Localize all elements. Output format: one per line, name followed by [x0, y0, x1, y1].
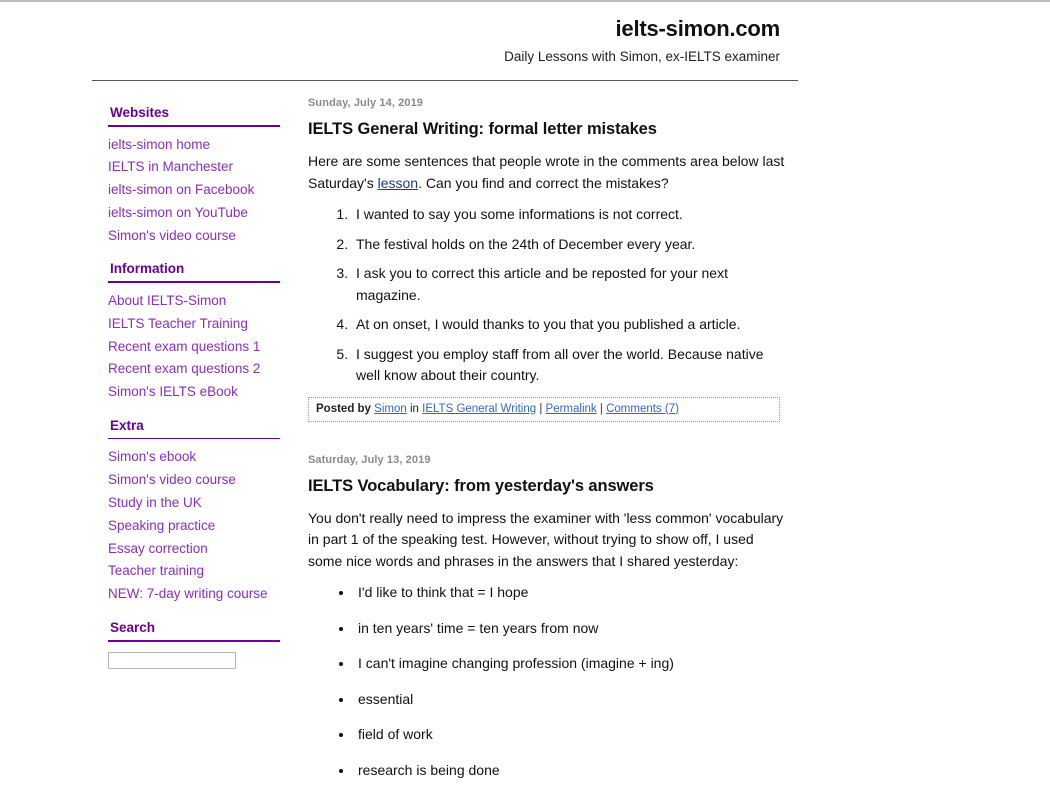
comments-link[interactable]: Comments (7) [606, 403, 679, 415]
posted-by-label: Posted by [316, 402, 371, 415]
sidebar-section-search: Search [108, 620, 288, 669]
sidebar-link-recent-exam-questions-1[interactable]: Recent exam questions 1 [108, 336, 288, 359]
sidebar-link-ielts-simon-home[interactable]: ielts-simon home [108, 134, 288, 157]
list-item: in ten years' time = ten years from now [354, 618, 786, 640]
sidebar-link-simons-ielts-ebook[interactable]: Simon's IELTS eBook [108, 381, 288, 404]
sidebar-heading-websites: Websites [110, 105, 170, 120]
post-category-link[interactable]: IELTS General Writing [422, 403, 536, 415]
list-item: essential [354, 689, 786, 711]
sidebar-heading-rule [108, 281, 280, 283]
post-title: IELTS General Writing: formal letter mis… [308, 120, 657, 138]
sidebar-link-simons-ebook[interactable]: Simon's ebook [108, 446, 288, 469]
main-content: Sunday, July 14, 2019 IELTS General Writ… [308, 95, 786, 795]
sidebar-heading-rule [108, 125, 280, 127]
sidebar-link-ielts-simon-on-youtube[interactable]: ielts-simon on YouTube [108, 202, 288, 225]
post-unordered-list: I'd like to think that = I hope in ten y… [308, 582, 786, 781]
page-root: ielts-simon.com Daily Lessons with Simon… [0, 2, 1050, 778]
sidebar-link-simons-video-course-extra[interactable]: Simon's video course [108, 469, 288, 492]
permalink-link[interactable]: Permalink [546, 403, 597, 415]
post-ordered-list: I wanted to say you some informations is… [308, 204, 786, 387]
sidebar-heading-rule [108, 640, 280, 642]
sidebar-section-information: Information About IELTS-Simon IELTS Teac… [108, 261, 288, 403]
post-meta-footer: Posted by Simon in IELTS General Writing… [308, 396, 780, 422]
header-divider [92, 80, 798, 81]
sidebar-heading-rule [108, 437, 280, 440]
sidebar-link-about-ielts-simon[interactable]: About IELTS-Simon [108, 290, 288, 313]
sidebar: Websites ielts-simon home IELTS in Manch… [108, 105, 288, 683]
list-item: I wanted to say you some informations is… [352, 204, 786, 226]
sidebar-link-ielts-teacher-training[interactable]: IELTS Teacher Training [108, 313, 288, 336]
sidebar-link-simons-video-course[interactable]: Simon's video course [108, 225, 288, 248]
in-label: in [409, 402, 419, 415]
list-item: I suggest you employ staff from all over… [352, 344, 786, 387]
sidebar-heading-information: Information [110, 261, 185, 277]
sidebar-link-new-7-day-writing-course[interactable]: NEW: 7-day writing course [108, 583, 288, 606]
site-header: ielts-simon.com Daily Lessons with Simon… [92, 2, 798, 66]
meta-separator: | [599, 402, 603, 415]
site-title: ielts-simon.com [615, 16, 781, 41]
list-item: I ask you to correct this article and be… [352, 263, 786, 306]
sidebar-link-study-in-the-uk[interactable]: Study in the UK [108, 492, 288, 515]
blog-post: Sunday, July 14, 2019 IELTS General Writ… [308, 95, 786, 422]
post-date: Sunday, July 14, 2019 [308, 97, 424, 109]
list-item: I'd like to think that = I hope [354, 582, 786, 604]
list-item: I can't imagine changing profession (ima… [354, 653, 786, 675]
sidebar-link-teacher-training[interactable]: Teacher training [108, 560, 288, 583]
blog-post: Saturday, July 13, 2019 IELTS Vocabulary… [308, 452, 786, 782]
list-item: field of work [354, 724, 786, 746]
list-item: The festival holds on the 24th of Decemb… [352, 234, 786, 256]
meta-separator: | [539, 402, 543, 415]
list-item: research is being done [354, 760, 786, 782]
search-input[interactable] [108, 651, 236, 669]
sidebar-heading-extra: Extra [110, 417, 144, 433]
sidebar-link-ielts-simon-on-facebook[interactable]: ielts-simon on Facebook [108, 179, 288, 202]
post-title: IELTS Vocabulary: from yesterday's answe… [308, 476, 654, 495]
sidebar-link-essay-correction[interactable]: Essay correction [108, 538, 288, 561]
list-item: At on onset, I would thanks to you that … [352, 314, 786, 336]
sidebar-link-ielts-in-manchester[interactable]: IELTS in Manchester [108, 156, 288, 179]
lesson-link[interactable]: lesson [378, 175, 418, 191]
sidebar-heading-search: Search [110, 620, 156, 636]
paragraph-text-after-link: . Can you find and correct the mistakes? [418, 174, 669, 191]
sidebar-section-websites: Websites ielts-simon home IELTS in Manch… [108, 105, 288, 247]
sidebar-section-extra: Extra Simon's ebook Simon's video course… [108, 418, 288, 606]
sidebar-link-speaking-practice[interactable]: Speaking practice [108, 515, 288, 538]
post-intro-paragraph: Here are some sentences that people wrot… [308, 151, 786, 194]
post-date: Saturday, July 13, 2019 [308, 453, 431, 466]
post-author-link[interactable]: Simon [374, 403, 407, 415]
post-intro-paragraph: You don't really need to impress the exa… [308, 509, 784, 569]
site-tagline: Daily Lessons with Simon, ex-IELTS exami… [504, 49, 780, 64]
sidebar-link-recent-exam-questions-2[interactable]: Recent exam questions 2 [108, 358, 288, 381]
